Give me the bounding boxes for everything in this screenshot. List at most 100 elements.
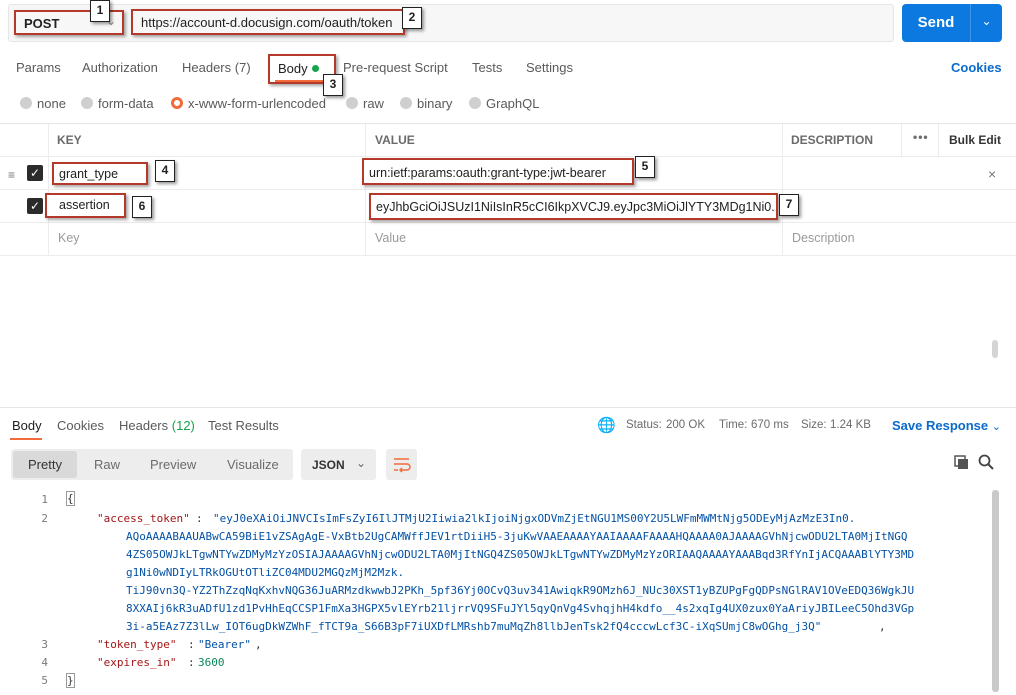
radio-circle (346, 97, 358, 109)
table-row-border (0, 255, 1016, 256)
json-colon: : (196, 512, 203, 525)
radio-label: x-www-form-urlencoded (188, 96, 326, 111)
tab-headers-count: (7) (234, 60, 251, 75)
key-cell-grant-type[interactable]: grant_type (52, 162, 148, 185)
radio-label: binary (417, 96, 453, 111)
status-value[interactable]: 200 OK (666, 419, 705, 431)
format-select[interactable]: JSON ⌄ (301, 449, 376, 480)
radio-circle (400, 97, 412, 109)
json-comma: , (879, 620, 886, 633)
time-value[interactable]: 670 ms (751, 419, 789, 431)
tab-body-label: Body (278, 61, 308, 76)
new-value-input[interactable]: Value (375, 231, 406, 245)
size-value[interactable]: 1.24 KB (830, 419, 871, 431)
radio-label: form-data (98, 96, 154, 111)
response-tab-headers-label: Headers (119, 418, 169, 433)
chevron-down-icon[interactable]: ⌄ (971, 14, 1002, 28)
json-value-access-token: AQoAAAABAAUABwCA59BiE1vZSAgAgE-VxBtb2UgC… (126, 530, 908, 543)
line-number: 5 (41, 674, 48, 687)
url-input[interactable]: https://account-d.docusign.com/oauth/tok… (131, 9, 405, 35)
format-label: JSON (312, 458, 345, 472)
tab-settings[interactable]: Settings (526, 60, 573, 75)
radio-label: none (37, 96, 66, 111)
column-divider (901, 124, 902, 157)
wrap-lines-button[interactable] (386, 449, 417, 480)
bulk-edit-button[interactable]: Bulk Edit (949, 133, 1001, 147)
row-checkbox[interactable]: ✓ (27, 198, 43, 214)
json-value-access-token: TiJ90vn3Q-YZ2ThZzqNqKxhvNQG36JuARMzdkwwb… (126, 584, 915, 597)
size-label: Size: (801, 419, 827, 431)
json-colon: : (188, 656, 195, 669)
value-cell-grant-type[interactable]: urn:ietf:params:oauth:grant-type:jwt-bea… (362, 158, 634, 185)
table-row-border (0, 189, 1016, 190)
line-number: 4 (41, 656, 48, 669)
response-tab-cookies[interactable]: Cookies (57, 418, 104, 433)
json-value-access-token: g1Ni0wNDIyLTRkOGUtOTliZC04MDU2MGQzMjM2Mz… (126, 566, 405, 579)
body-status-dot (312, 65, 319, 72)
tab-pre-request-script[interactable]: Pre-request Script (343, 60, 448, 75)
chevron-down-icon: ⌄ (991, 421, 1001, 433)
json-value-access-token: 4ZS05OWJkLTgwNTYwZDMyMzYzOSIAJAAAAGVhNjc… (126, 548, 915, 561)
request-scrollbar[interactable] (992, 340, 998, 358)
send-label: Send (917, 14, 955, 31)
annotation-badge: 5 (635, 156, 655, 178)
json-value-access-token: "eyJ0eXAiOiJNVCIsImFsZyI6IlJTMjU2Iiwia2l… (213, 512, 856, 525)
cookies-link[interactable]: Cookies (951, 60, 1002, 75)
column-divider (782, 124, 783, 256)
globe-icon[interactable]: 🌐 (597, 416, 616, 434)
column-divider (48, 124, 49, 256)
response-tab-test-results[interactable]: Test Results (208, 418, 279, 433)
json-comma: , (255, 638, 262, 651)
save-response-button[interactable]: Save Response ⌄ (892, 418, 1001, 433)
json-key-expires-in: "expires_in" (97, 656, 177, 669)
active-tab-underline (275, 80, 325, 82)
annotation-badge: 6 (132, 196, 152, 218)
key-cell-assertion[interactable]: assertion (45, 193, 126, 218)
table-row-border (0, 222, 1016, 223)
response-tab-headers-count: (12) (171, 418, 195, 433)
view-raw[interactable]: Raw (94, 457, 120, 472)
line-number: 2 (41, 512, 48, 525)
view-pretty[interactable]: Pretty (28, 457, 62, 472)
new-key-input[interactable]: Key (58, 231, 80, 245)
save-response-label: Save Response (892, 418, 989, 433)
radio-circle (469, 97, 481, 109)
radio-circle (81, 97, 93, 109)
time-label: Time: (719, 419, 748, 431)
radio-circle (20, 97, 32, 109)
more-options-icon[interactable]: ••• (913, 130, 929, 144)
row-checkbox[interactable]: ✓ (27, 165, 43, 181)
response-tab-headers[interactable]: Headers (12) (119, 418, 195, 433)
table-top-border (0, 123, 1016, 124)
tab-tests[interactable]: Tests (472, 60, 502, 75)
new-description-input[interactable]: Description (792, 231, 855, 245)
search-icon-svg (978, 454, 994, 470)
copy-icon[interactable] (954, 455, 968, 469)
search-icon[interactable] (978, 454, 994, 473)
value-cell-assertion[interactable]: eyJhbGciOiJSUzI1NiIsInR5cCI6IkpXVCJ9.eyJ… (369, 193, 778, 220)
view-visualize[interactable]: Visualize (227, 457, 279, 472)
send-button[interactable]: Send ⌄ (902, 4, 1002, 42)
delete-row-icon[interactable]: × (988, 166, 996, 182)
tab-headers[interactable]: Headers (7) (182, 60, 251, 75)
annotation-badge: 7 (779, 194, 799, 216)
annotation-badge: 4 (155, 160, 175, 182)
tab-authorization[interactable]: Authorization (82, 60, 158, 75)
response-tab-body[interactable]: Body (12, 418, 42, 433)
column-header-value: VALUE (375, 133, 415, 147)
tab-params[interactable]: Params (16, 60, 61, 75)
drag-handle-icon[interactable]: ≡ (8, 168, 15, 182)
response-scrollbar[interactable] (992, 490, 999, 692)
line-number: 3 (41, 638, 48, 651)
json-key-token-type: "token_type" (97, 638, 177, 651)
json-value-expires-in: 3600 (198, 656, 225, 669)
view-preview[interactable]: Preview (150, 457, 196, 472)
chevron-down-icon: ⌄ (356, 456, 367, 470)
json-value-token-type: "Bearer" (198, 638, 251, 651)
status-label: Status: (626, 419, 662, 431)
annotation-badge: 2 (402, 7, 422, 29)
line-number: 1 (41, 493, 48, 506)
wrap-lines-icon (394, 458, 411, 473)
radio-label: raw (363, 96, 384, 111)
json-colon: : (188, 638, 195, 651)
